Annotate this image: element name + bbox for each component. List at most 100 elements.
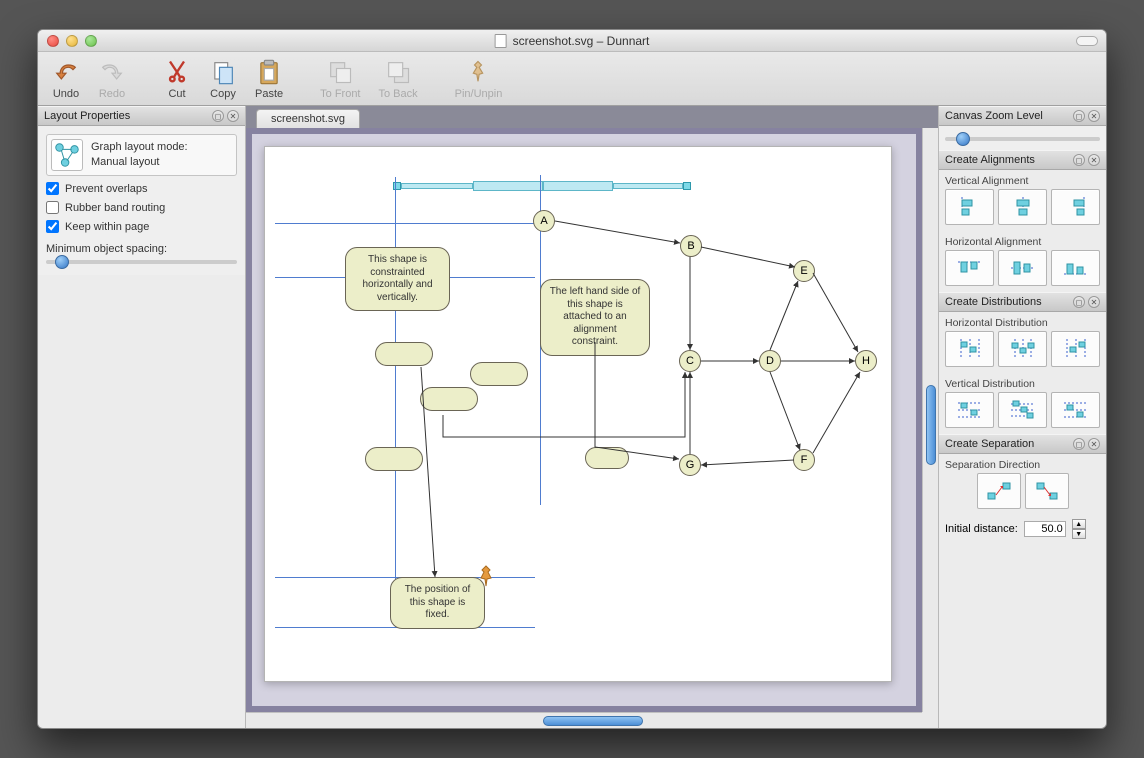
- hdist-right-button[interactable]: [1051, 331, 1100, 367]
- selection-handle[interactable]: [683, 182, 691, 190]
- node-a[interactable]: A: [533, 210, 555, 232]
- keep-within-checkbox[interactable]: Keep within page: [46, 220, 237, 233]
- node-b[interactable]: B: [680, 235, 702, 257]
- hdist-label: Horizontal Distribution: [939, 312, 1106, 331]
- rubber-band-checkbox[interactable]: Rubber band routing: [46, 201, 237, 214]
- node-g[interactable]: G: [679, 454, 701, 476]
- panel-close-icon[interactable]: ✕: [1088, 296, 1100, 308]
- panel-float-icon[interactable]: ◻: [1073, 154, 1085, 166]
- close-button[interactable]: [47, 35, 59, 47]
- sep-vertical-button[interactable]: [1025, 473, 1069, 509]
- note-shape[interactable]: The position of this shape is fixed.: [390, 577, 485, 629]
- horizontal-scrollbar[interactable]: [246, 712, 922, 728]
- shape[interactable]: [585, 447, 629, 469]
- panel-close-icon[interactable]: ✕: [1088, 154, 1100, 166]
- initial-distance-label: Initial distance:: [945, 523, 1018, 535]
- align-bottom-button[interactable]: [1051, 250, 1100, 286]
- shape[interactable]: [365, 447, 423, 471]
- shape[interactable]: [420, 387, 478, 411]
- canvas-page[interactable]: This shape is constrainted horizontally …: [264, 146, 892, 682]
- to-front-label: To Front: [320, 88, 360, 100]
- initial-distance-input[interactable]: [1024, 521, 1066, 537]
- selection-bar[interactable]: [401, 183, 473, 189]
- paste-icon: [255, 58, 283, 86]
- node-f[interactable]: F: [793, 449, 815, 471]
- guide-line[interactable]: [395, 177, 396, 607]
- left-panel: Layout Properties ◻✕ Graph layout mode: …: [38, 106, 246, 728]
- panel-close-icon[interactable]: ✕: [1088, 110, 1100, 122]
- shape[interactable]: [470, 362, 528, 386]
- layout-properties-header[interactable]: Layout Properties ◻✕: [38, 106, 245, 126]
- stepper-up-icon[interactable]: ▲: [1072, 519, 1086, 529]
- cut-label: Cut: [168, 88, 185, 100]
- sep-horizontal-button[interactable]: [977, 473, 1021, 509]
- node-label: G: [686, 459, 695, 471]
- note-shape[interactable]: The left hand side of this shape is atta…: [540, 279, 650, 356]
- panel-float-icon[interactable]: ◻: [1073, 296, 1085, 308]
- pin-label: Pin/Unpin: [455, 88, 503, 100]
- node-c[interactable]: C: [679, 350, 701, 372]
- align-top-button[interactable]: [945, 250, 994, 286]
- vdist-top-button[interactable]: [945, 392, 994, 428]
- separation-title: Create Separation: [945, 438, 1034, 450]
- node-h[interactable]: H: [855, 350, 877, 372]
- paste-button[interactable]: Paste: [249, 56, 289, 102]
- align-right-button[interactable]: [1051, 189, 1100, 225]
- zoom-button[interactable]: [85, 35, 97, 47]
- panel-float-icon[interactable]: ◻: [1073, 438, 1085, 450]
- undo-button[interactable]: Undo: [46, 56, 86, 102]
- panel-close-icon[interactable]: ✕: [1088, 438, 1100, 450]
- alignments-header[interactable]: Create Alignments ◻✕: [939, 150, 1106, 170]
- scrollbar-thumb[interactable]: [926, 385, 936, 465]
- distributions-header[interactable]: Create Distributions ◻✕: [939, 292, 1106, 312]
- vertical-scrollbar[interactable]: [922, 128, 938, 712]
- minimize-button[interactable]: [66, 35, 78, 47]
- selection-bar[interactable]: [613, 183, 683, 189]
- scrollbar-thumb[interactable]: [543, 716, 643, 726]
- to-back-button[interactable]: To Back: [373, 56, 424, 102]
- node-label: F: [801, 454, 808, 466]
- tab-strip: screenshot.svg: [246, 106, 938, 128]
- note-shape[interactable]: This shape is constrainted horizontally …: [345, 247, 450, 311]
- align-middle-button[interactable]: [998, 250, 1047, 286]
- guide-line[interactable]: [275, 223, 535, 224]
- initial-distance-stepper[interactable]: ▲▼: [1072, 519, 1086, 539]
- halign-label: Horizontal Alignment: [939, 231, 1106, 250]
- redo-button[interactable]: Redo: [92, 56, 132, 102]
- zoom-header[interactable]: Canvas Zoom Level ◻✕: [939, 106, 1106, 126]
- node-d[interactable]: D: [759, 350, 781, 372]
- cut-button[interactable]: Cut: [157, 56, 197, 102]
- stepper-down-icon[interactable]: ▼: [1072, 529, 1086, 539]
- window-title: screenshot.svg – Dunnart: [495, 34, 650, 48]
- selection-bar[interactable]: [543, 181, 613, 191]
- hdist-left-button[interactable]: [945, 331, 994, 367]
- layout-mode-box[interactable]: Graph layout mode: Manual layout: [46, 134, 237, 176]
- selection-bar[interactable]: [473, 181, 543, 191]
- panel-close-icon[interactable]: ✕: [227, 110, 239, 122]
- vdist-label: Vertical Distribution: [939, 373, 1106, 392]
- hdist-center-button[interactable]: [998, 331, 1047, 367]
- copy-button[interactable]: Copy: [203, 56, 243, 102]
- canvas-viewport[interactable]: This shape is constrainted horizontally …: [246, 128, 922, 712]
- panel-float-icon[interactable]: ◻: [1073, 110, 1085, 122]
- node-e[interactable]: E: [793, 260, 815, 282]
- panel-float-icon[interactable]: ◻: [212, 110, 224, 122]
- tab-screenshot[interactable]: screenshot.svg: [256, 109, 360, 128]
- prevent-overlaps-checkbox[interactable]: Prevent overlaps: [46, 182, 237, 195]
- align-center-button[interactable]: [998, 189, 1047, 225]
- pin-button[interactable]: Pin/Unpin: [449, 56, 509, 102]
- separation-header[interactable]: Create Separation ◻✕: [939, 434, 1106, 454]
- min-spacing-label: Minimum object spacing:: [46, 243, 237, 255]
- copy-label: Copy: [210, 88, 236, 100]
- shape[interactable]: [375, 342, 433, 366]
- note-text: The left hand side of this shape is atta…: [550, 286, 641, 347]
- toolbar-toggle[interactable]: [1076, 36, 1098, 46]
- node-label: B: [687, 240, 694, 252]
- zoom-slider[interactable]: [945, 137, 1100, 141]
- to-front-button[interactable]: To Front: [314, 56, 366, 102]
- vdist-middle-button[interactable]: [998, 392, 1047, 428]
- align-left-button[interactable]: [945, 189, 994, 225]
- vdist-bottom-button[interactable]: [1051, 392, 1100, 428]
- note-text: The position of this shape is fixed.: [405, 584, 471, 620]
- min-spacing-slider[interactable]: [46, 260, 237, 264]
